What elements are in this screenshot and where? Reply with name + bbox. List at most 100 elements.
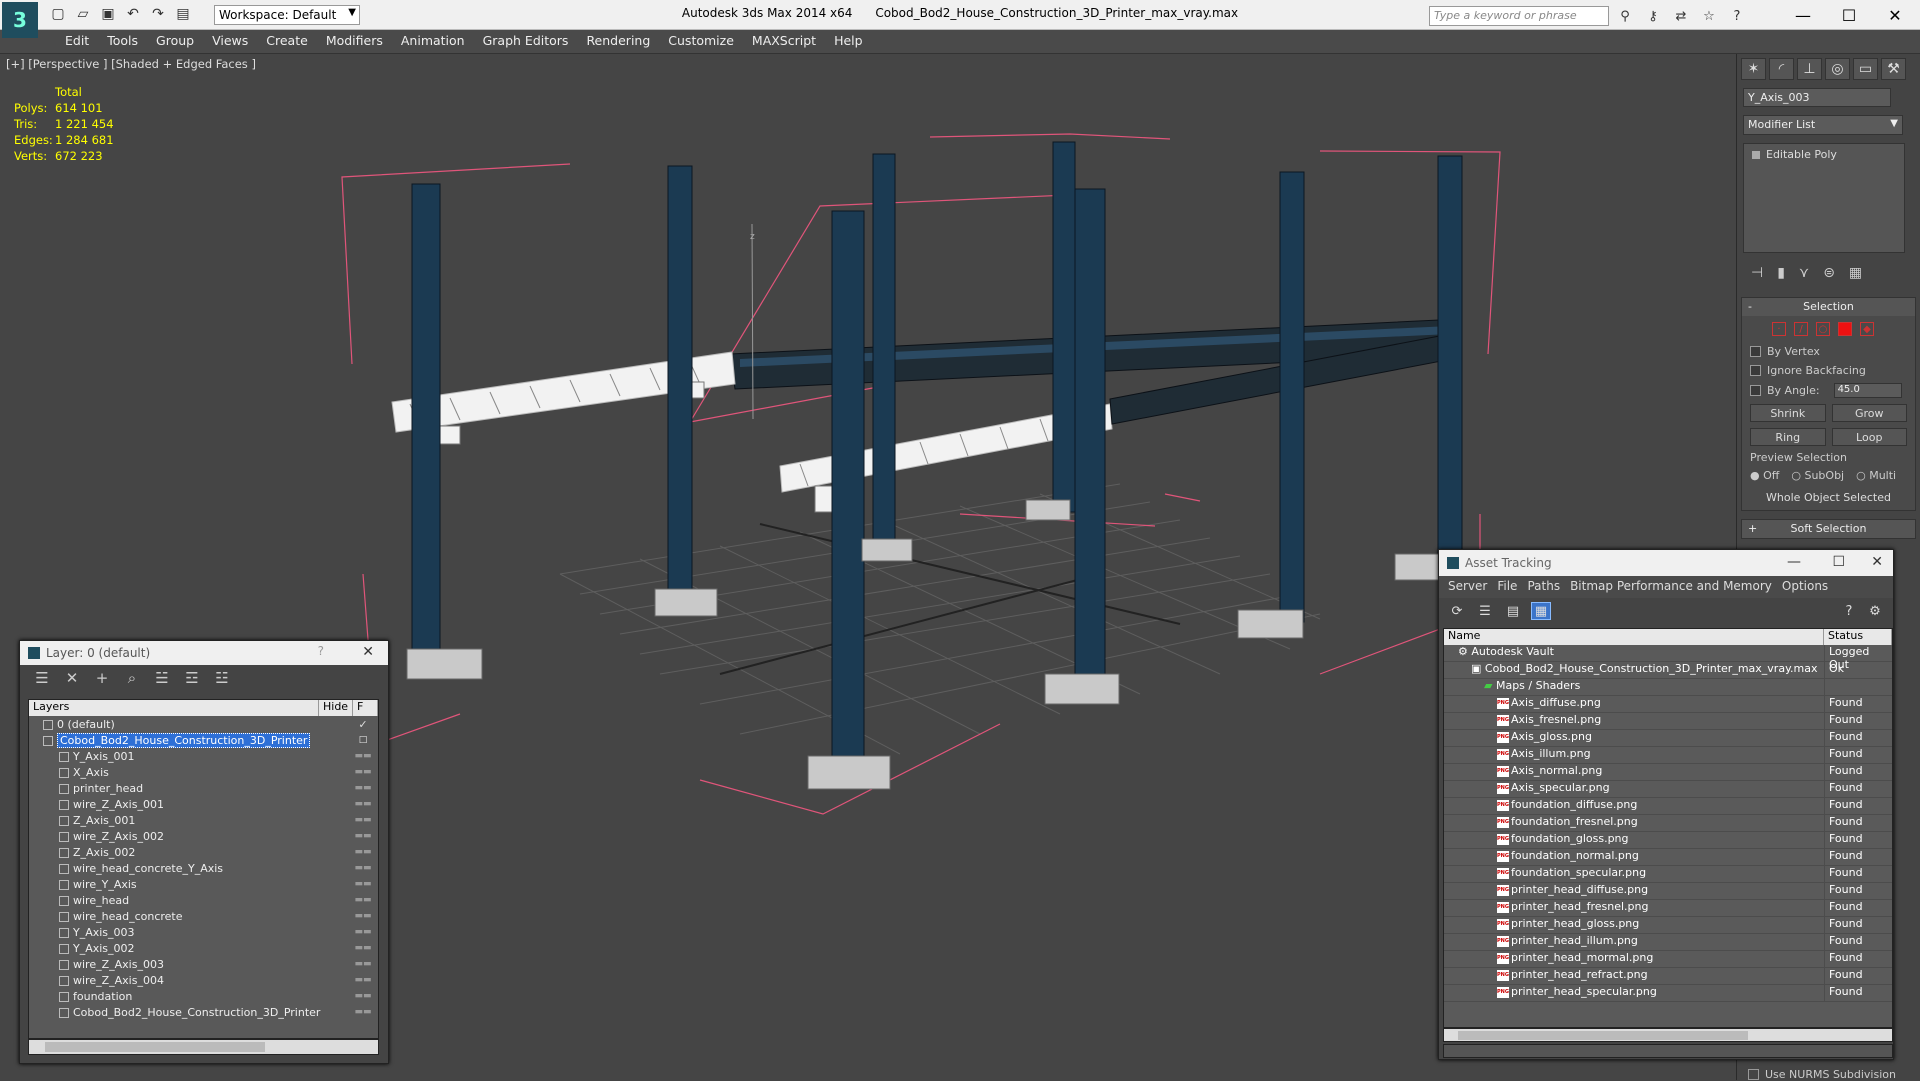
create-layer-icon[interactable]: ☰ <box>32 669 52 689</box>
star-icon[interactable]: ☆ <box>1698 6 1720 26</box>
refresh-icon[interactable]: ⟳ <box>1447 602 1467 620</box>
layer-row[interactable]: Y_Axis_002 ▬▬ <box>29 940 378 956</box>
asset-row[interactable]: PNG foundation_specular.png Found <box>1444 866 1892 883</box>
menu-item-edit[interactable]: Edit <box>56 30 98 53</box>
hide-toggle-icon[interactable]: ▬▬ <box>348 879 378 889</box>
hide-toggle-icon[interactable]: ▬▬ <box>348 1007 378 1017</box>
asset-row[interactable]: PNG printer_head_illum.png Found <box>1444 934 1892 951</box>
show-end-result-icon[interactable]: ▮ <box>1777 265 1785 281</box>
layers-column-header[interactable]: Layers <box>29 700 319 716</box>
hide-toggle-icon[interactable]: ▬▬ <box>348 927 378 937</box>
hide-toggle-icon[interactable]: ▬▬ <box>348 911 378 921</box>
hide-toggle-icon[interactable]: ▬▬ <box>348 863 378 873</box>
redo-icon[interactable]: ↷ <box>148 4 168 24</box>
asset-menu-paths[interactable]: Paths <box>1522 576 1565 598</box>
help-icon[interactable]: ? <box>1726 6 1748 26</box>
layer-row[interactable]: Cobod_Bod2_House_Construction_3D_Printer… <box>29 1004 378 1020</box>
scroll-thumb[interactable] <box>1458 1031 1748 1040</box>
menu-item-maxscript[interactable]: MAXScript <box>743 30 825 53</box>
asset-row[interactable]: PNG foundation_gloss.png Found <box>1444 832 1892 849</box>
menu-item-help[interactable]: Help <box>825 30 872 53</box>
pin-stack-icon[interactable]: ⊣ <box>1751 265 1763 281</box>
help-icon[interactable]: ? <box>318 644 324 658</box>
asset-row[interactable]: PNG printer_head_fresnel.png Found <box>1444 900 1892 917</box>
modifier-list-dropdown[interactable]: Modifier List ▼ <box>1743 115 1903 135</box>
list-view-icon[interactable]: ☰ <box>1475 602 1495 620</box>
asset-row[interactable]: PNG printer_head_refract.png Found <box>1444 968 1892 985</box>
hide-toggle-icon[interactable]: ▬▬ <box>348 751 378 761</box>
status-column-header[interactable]: Status <box>1824 629 1892 645</box>
polygon-icon[interactable] <box>1838 322 1852 336</box>
exchange-icon[interactable]: ⇄ <box>1670 6 1692 26</box>
layer-row[interactable]: Z_Axis_001 ▬▬ <box>29 812 378 828</box>
layer-horizontal-scrollbar[interactable] <box>28 1039 379 1055</box>
new-file-icon[interactable]: ▢ <box>48 4 68 24</box>
layer-window-titlebar[interactable]: Layer: 0 (default) ? ✕ <box>20 641 388 665</box>
scroll-thumb[interactable] <box>45 1042 265 1052</box>
asset-row[interactable]: ⚙ Autodesk Vault Logged Out <box>1444 645 1892 671</box>
hide-toggle-icon[interactable]: ▬▬ <box>348 767 378 777</box>
soft-selection-header[interactable]: + Soft Selection <box>1742 520 1915 538</box>
hide-toggle-icon[interactable]: ▬▬ <box>348 975 378 985</box>
settings-icon[interactable]: ⚙ <box>1865 602 1885 620</box>
remove-modifier-icon[interactable]: ⊜ <box>1823 265 1835 281</box>
preview-off-radio[interactable]: Off <box>1750 469 1779 482</box>
layer-row[interactable]: 0 (default) ✓ <box>29 716 378 732</box>
search-input[interactable]: Type a keyword or phrase <box>1429 6 1609 26</box>
motion-tab-icon[interactable]: ◎ <box>1825 58 1850 80</box>
selection-rollout-header[interactable]: - Selection <box>1742 298 1915 316</box>
asset-row[interactable]: PNG Axis_illum.png Found <box>1444 747 1892 764</box>
border-icon[interactable]: ○ <box>1816 322 1830 336</box>
asset-row[interactable]: PNG Axis_specular.png Found <box>1444 781 1892 798</box>
layer-row[interactable]: wire_Z_Axis_003 ▬▬ <box>29 956 378 972</box>
asset-row[interactable]: PNG Axis_gloss.png Found <box>1444 730 1892 747</box>
hide-toggle-icon[interactable]: ▬▬ <box>348 815 378 825</box>
current-layer-box-icon[interactable]: □ <box>348 735 378 745</box>
by-vertex-checkbox[interactable]: By Vertex <box>1742 342 1915 361</box>
use-nurms-checkbox[interactable]: Use NURMS Subdivision <box>1748 1068 1896 1081</box>
hide-all-icon[interactable]: ☲ <box>182 669 202 689</box>
shrink-button[interactable]: Shrink <box>1750 404 1826 422</box>
delete-layer-icon[interactable]: ✕ <box>62 669 82 689</box>
help-icon[interactable]: ? <box>1839 602 1859 620</box>
menu-item-group[interactable]: Group <box>147 30 203 53</box>
menu-item-modifiers[interactable]: Modifiers <box>317 30 392 53</box>
modifier-stack[interactable]: Editable Poly <box>1743 143 1905 253</box>
hide-toggle-icon[interactable]: ▬▬ <box>348 783 378 793</box>
project-folder-icon[interactable]: ▤ <box>173 4 193 24</box>
hide-toggle-icon[interactable]: ▬▬ <box>348 831 378 841</box>
preview-subobj-radio[interactable]: SubObj <box>1791 469 1844 482</box>
table-view-icon[interactable]: ▦ <box>1531 602 1551 620</box>
hierarchy-tab-icon[interactable]: ⊥ <box>1797 58 1822 80</box>
layer-row[interactable]: wire_Y_Axis ▬▬ <box>29 876 378 892</box>
app-logo-button[interactable]: 3 <box>2 2 38 38</box>
stack-item-editable-poly[interactable]: Editable Poly <box>1750 148 1898 161</box>
asset-row[interactable]: PNG Axis_normal.png Found <box>1444 764 1892 781</box>
close-icon[interactable]: ✕ <box>1871 554 1883 570</box>
menu-item-create[interactable]: Create <box>257 30 317 53</box>
asset-row[interactable]: PNG printer_head_specular.png Found <box>1444 985 1892 1002</box>
layer-row[interactable]: wire_Z_Axis_002 ▬▬ <box>29 828 378 844</box>
asset-window-titlebar[interactable]: Asset Tracking — ☐ ✕ <box>1439 550 1893 576</box>
close-button[interactable]: ✕ <box>1872 0 1918 30</box>
binoculars-icon[interactable]: ⚲ <box>1614 6 1636 26</box>
layer-row[interactable]: wire_head_concrete ▬▬ <box>29 908 378 924</box>
display-tab-icon[interactable]: ▭ <box>1853 58 1878 80</box>
asset-row[interactable]: PNG foundation_diffuse.png Found <box>1444 798 1892 815</box>
layer-row[interactable]: Y_Axis_001 ▬▬ <box>29 748 378 764</box>
menu-item-graph-editors[interactable]: Graph Editors <box>474 30 578 53</box>
layer-row[interactable]: printer_head ▬▬ <box>29 780 378 796</box>
freeze-column-header[interactable]: F <box>353 700 378 716</box>
open-file-icon[interactable]: ▱ <box>73 4 93 24</box>
configure-sets-icon[interactable]: ▦ <box>1849 265 1862 281</box>
asset-row[interactable]: PNG foundation_normal.png Found <box>1444 849 1892 866</box>
asset-row[interactable]: ▰ Maps / Shaders <box>1444 679 1892 696</box>
viewport-label[interactable]: [+] [Perspective ] [Shaded + Edged Faces… <box>6 57 256 71</box>
ring-button[interactable]: Ring <box>1750 428 1826 446</box>
vertex-icon[interactable]: · <box>1772 322 1786 336</box>
asset-row[interactable]: ▣ Cobod_Bod2_House_Construction_3D_Print… <box>1444 662 1892 679</box>
modify-tab-icon[interactable]: ◜ <box>1769 58 1794 80</box>
layer-row[interactable]: wire_head ▬▬ <box>29 892 378 908</box>
asset-row[interactable]: PNG printer_head_diffuse.png Found <box>1444 883 1892 900</box>
object-name-field[interactable]: Y_Axis_003 <box>1743 88 1891 107</box>
